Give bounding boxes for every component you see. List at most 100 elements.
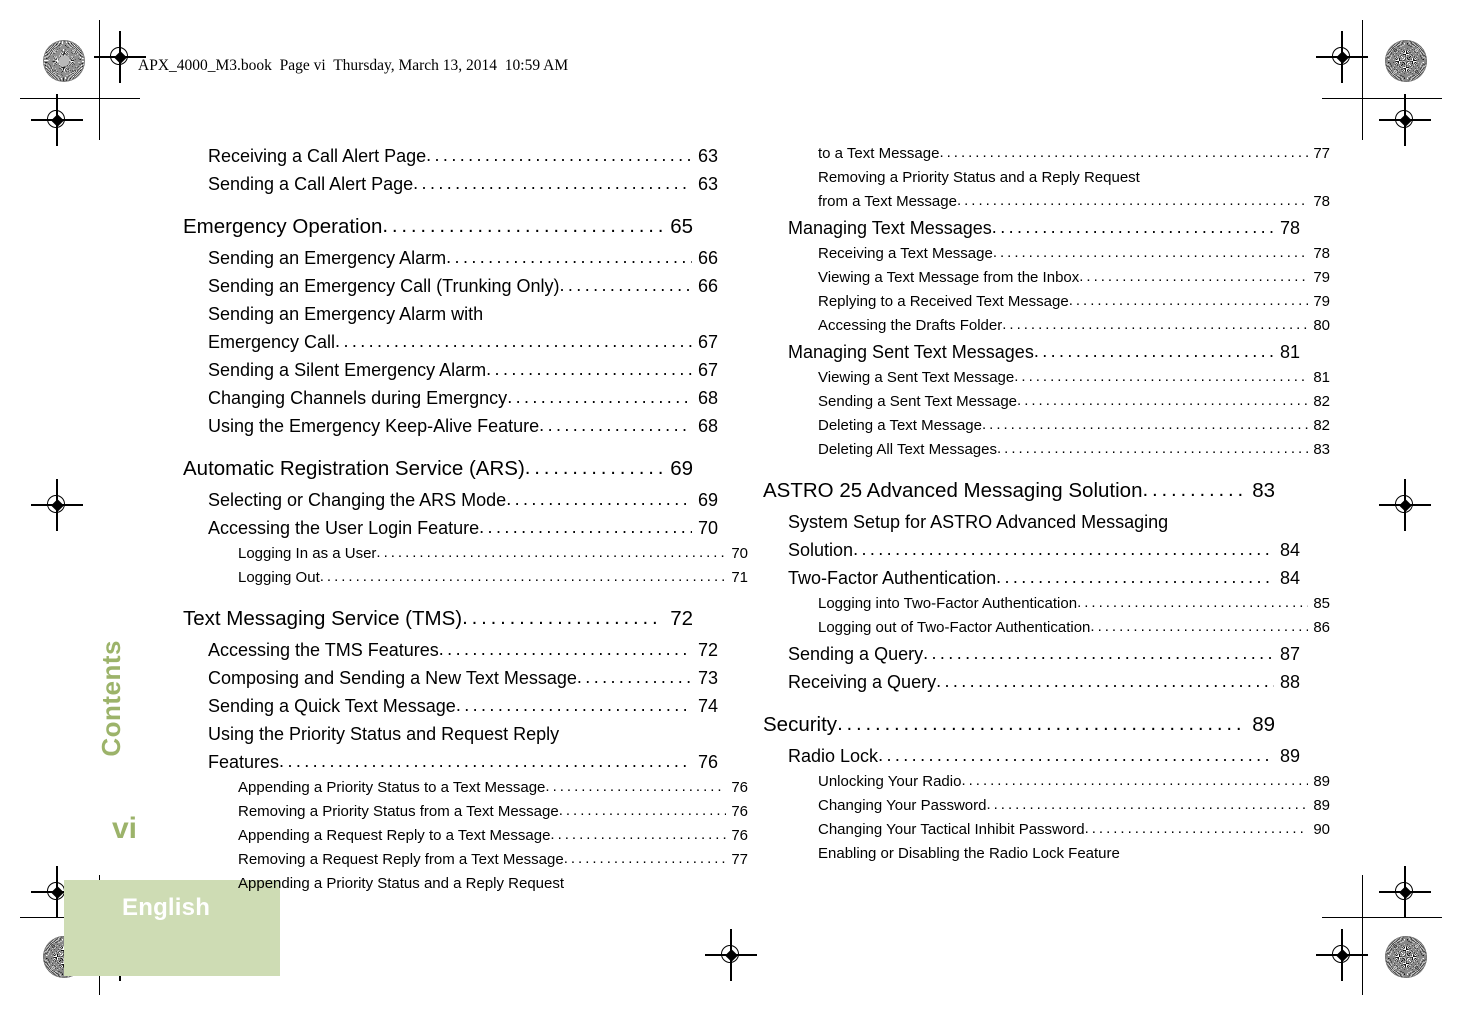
toc-entry[interactable]: Enabling or Disabling the Radio Lock Fea…: [818, 842, 1330, 866]
toc-entry[interactable]: Sending a Silent Emergency Alarm .......…: [208, 356, 718, 384]
toc-entry[interactable]: Using the Emergency Keep-Alive Feature .…: [208, 412, 718, 440]
registration-mark-top-right-inner: [1316, 31, 1368, 83]
toc-leader-dots: ........................................…: [1014, 368, 1308, 385]
toc-entry[interactable]: Deleting All Text Messages .............…: [818, 438, 1330, 462]
toc-leader-dots: ........................................…: [319, 568, 726, 585]
registration-mark-bottom-center: [705, 929, 757, 981]
toc-entry[interactable]: Changing Your Tactical Inhibit Password …: [818, 818, 1330, 842]
toc-leader-dots: ........................................…: [486, 359, 692, 379]
toc-entry[interactable]: Logging out of Two-Factor Authentication…: [818, 616, 1330, 640]
crop-line-top-left-horizontal: [20, 98, 140, 100]
toc-page-number: 85: [1313, 595, 1330, 612]
toc-entry-label: Appending a Priority Status and a Reply …: [238, 875, 565, 892]
toc-page-number: 84: [1279, 568, 1300, 588]
toc-page-number: 76: [731, 779, 748, 796]
toc-leader-dots: ........................................…: [1002, 316, 1308, 333]
toc-entry[interactable]: to a Text Message ......................…: [818, 142, 1330, 166]
toc-page-number: 63: [697, 146, 718, 166]
toc-entry-label: Emergency Operation: [183, 215, 383, 238]
toc-leader-dots: ........................................…: [1142, 478, 1245, 501]
toc-entry[interactable]: Logging into Two-Factor Authentication .…: [818, 592, 1330, 616]
toc-entry[interactable]: Receiving a Query ......................…: [788, 668, 1300, 696]
toc-entry[interactable]: Text Messaging Service (TMS) ...........…: [183, 601, 693, 636]
crop-line-top-right-horizontal: [1322, 98, 1442, 100]
toc-leader-dots: ........................................…: [550, 826, 726, 843]
toc-page-number: 69: [697, 490, 718, 510]
toc-entry[interactable]: Unlocking Your Radio ...................…: [818, 770, 1330, 794]
toc-entry[interactable]: System Setup for ASTRO Advanced Messagin…: [788, 508, 1300, 536]
toc-entry[interactable]: Sending an Emergency Alarm with: [208, 300, 718, 328]
toc-entry[interactable]: Two-Factor Authentication ..............…: [788, 564, 1300, 592]
toc-leader-dots: ........................................…: [376, 544, 726, 561]
toc-entry-label: Unlocking Your Radio: [818, 773, 962, 790]
toc-entry[interactable]: Removing a Request Reply from a Text Mes…: [238, 848, 748, 872]
toc-page-number: 79: [1313, 269, 1330, 286]
toc-entry-label: ASTRO 25 Advanced Messaging Solution: [763, 479, 1143, 502]
toc-entry[interactable]: Selecting or Changing the ARS Mode .....…: [208, 486, 718, 514]
toc-entry-label: Emergency Call: [208, 332, 336, 352]
toc-entry[interactable]: Appending a Priority Status and a Reply …: [238, 872, 748, 896]
toc-entry-label: Managing Text Messages: [788, 218, 992, 238]
toc-entry-label: Logging out of Two-Factor Authentication: [818, 619, 1091, 636]
toc-page-number: 67: [697, 360, 718, 380]
toc-entry[interactable]: Sending a Sent Text Message ............…: [818, 390, 1330, 414]
toc-entry[interactable]: Using the Priority Status and Request Re…: [208, 720, 718, 748]
toc-entry[interactable]: Security ...............................…: [763, 707, 1275, 742]
toc-leader-dots: ........................................…: [335, 331, 692, 351]
toc-entry[interactable]: Changing Channels during Emergncy ......…: [208, 384, 718, 412]
toc-entry[interactable]: Emergency Call .........................…: [208, 328, 718, 356]
toc-page-number: 63: [697, 174, 718, 194]
toc-entry[interactable]: ASTRO 25 Advanced Messaging Solution ...…: [763, 473, 1275, 508]
toc-leader-dots: ........................................…: [462, 606, 663, 629]
toc-entry[interactable]: Sending an Emergency Call (Trunking Only…: [208, 272, 718, 300]
toc-leader-dots: ........................................…: [563, 850, 726, 867]
toc-page-number: 68: [697, 388, 718, 408]
toc-entry-label: from a Text Message: [818, 193, 957, 210]
toc-page-number: 76: [697, 752, 718, 772]
toc-entry[interactable]: Sending a Query ........................…: [788, 640, 1300, 668]
toc-entry[interactable]: Viewing a Sent Text Message ............…: [818, 366, 1330, 390]
toc-entry[interactable]: Removing a Priority Status from a Text M…: [238, 800, 748, 824]
toc-entry[interactable]: Managing Text Messages .................…: [788, 214, 1300, 242]
toc-entry-label: Accessing the User Login Feature: [208, 518, 480, 538]
toc-entry-label: Removing a Priority Status from a Text M…: [238, 803, 559, 820]
toc-page-number: 72: [697, 640, 718, 660]
toc-entry[interactable]: Appending a Priority Status to a Text Me…: [238, 776, 748, 800]
toc-entry[interactable]: Logging In as a User ...................…: [238, 542, 748, 566]
toc-leader-dots: ........................................…: [996, 440, 1308, 457]
toc-entry[interactable]: Accessing the TMS Features .............…: [208, 636, 718, 664]
toc-entry[interactable]: Changing Your Password .................…: [818, 794, 1330, 818]
toc-entry[interactable]: Automatic Registration Service (ARS) ...…: [183, 451, 693, 486]
toc-entry-label: Accessing the Drafts Folder: [818, 317, 1003, 334]
toc-entry[interactable]: Removing a Priority Status and a Reply R…: [818, 166, 1330, 190]
toc-entry[interactable]: Sending a Quick Text Message ...........…: [208, 692, 718, 720]
toc-entry[interactable]: Viewing a Text Message from the Inbox ..…: [818, 266, 1330, 290]
toc-entry[interactable]: Sending an Emergency Alarm .............…: [208, 244, 718, 272]
toc-entry[interactable]: Sending a Call Alert Page ..............…: [208, 170, 718, 198]
toc-entry[interactable]: Features ...............................…: [208, 748, 718, 776]
toc-entry-label: Using the Emergency Keep-Alive Feature: [208, 416, 540, 436]
toc-entry-label: Changing Your Tactical Inhibit Password: [818, 821, 1085, 838]
toc-entry[interactable]: Receiving a Call Alert Page ............…: [208, 142, 718, 170]
toc-entry-label: Solution: [788, 540, 854, 560]
toc-entry[interactable]: Solution ...............................…: [788, 536, 1300, 564]
toc-entry[interactable]: Composing and Sending a New Text Message…: [208, 664, 718, 692]
toc-entry[interactable]: Managing Sent Text Messages ............…: [788, 338, 1300, 366]
toc-entry-label: Receiving a Call Alert Page: [208, 146, 427, 166]
toc-leader-dots: ........................................…: [1090, 618, 1308, 635]
toc-entry[interactable]: Replying to a Received Text Message ....…: [818, 290, 1330, 314]
toc-page-number: 81: [1279, 342, 1300, 362]
toc-page-number: 82: [1313, 393, 1330, 410]
toc-entry[interactable]: Logging Out ............................…: [238, 566, 748, 590]
toc-entry[interactable]: Appending a Request Reply to a Text Mess…: [238, 824, 748, 848]
toc-leader-dots: ........................................…: [279, 751, 692, 771]
toc-entry[interactable]: Radio Lock .............................…: [788, 742, 1300, 770]
toc-entry[interactable]: from a Text Message ....................…: [818, 190, 1330, 214]
toc-entry[interactable]: Accessing the User Login Feature .......…: [208, 514, 718, 542]
toc-leader-dots: ........................................…: [1079, 268, 1308, 285]
toc-entry[interactable]: Accessing the Drafts Folder ............…: [818, 314, 1330, 338]
toc-page-number: 89: [1252, 713, 1275, 736]
toc-entry[interactable]: Emergency Operation ....................…: [183, 209, 693, 244]
toc-entry[interactable]: Deleting a Text Message ................…: [818, 414, 1330, 438]
toc-entry[interactable]: Receiving a Text Message ...............…: [818, 242, 1330, 266]
